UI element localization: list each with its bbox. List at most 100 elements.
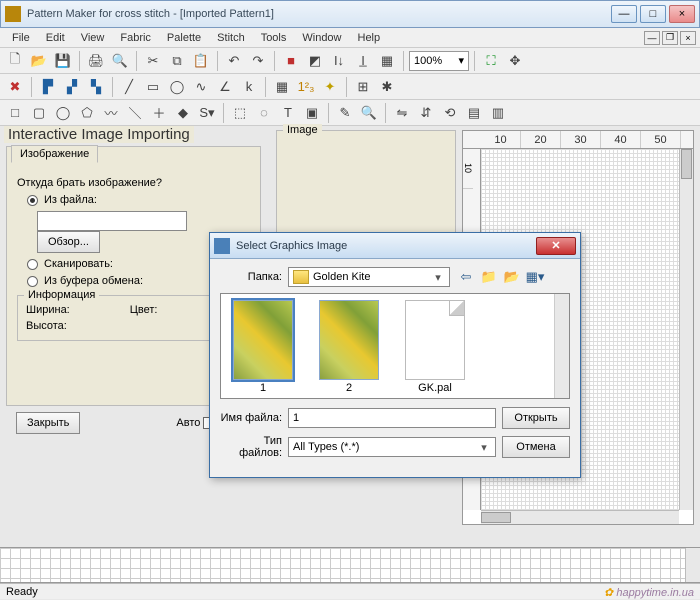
browse-button[interactable]: Обзор... bbox=[37, 231, 100, 253]
file-item-pal[interactable]: GK.pal bbox=[399, 300, 471, 392]
new-icon[interactable]: 🗋 bbox=[4, 50, 26, 72]
scrollbar-thumb[interactable] bbox=[481, 512, 511, 523]
maximize-button[interactable]: □ bbox=[640, 5, 666, 23]
tab-image[interactable]: Изображение bbox=[11, 145, 98, 163]
wand-icon[interactable]: ✎ bbox=[334, 102, 356, 124]
scrollbar-horizontal[interactable] bbox=[481, 510, 679, 524]
close-panel-button[interactable]: Закрыть bbox=[16, 412, 80, 434]
palette-scrollbar[interactable] bbox=[685, 548, 700, 582]
grid-icon[interactable]: ▦ bbox=[376, 50, 398, 72]
back-icon[interactable]: ⇦ bbox=[456, 267, 476, 287]
palette-icon[interactable]: ▦ bbox=[271, 76, 293, 98]
text-icon[interactable]: I̲ bbox=[352, 50, 374, 72]
tool-circle-icon[interactable]: ◯ bbox=[166, 76, 188, 98]
menu-view[interactable]: View bbox=[73, 30, 113, 46]
mdi-restore-button[interactable]: ❐ bbox=[662, 31, 678, 45]
shape-free-icon[interactable]: 〰 bbox=[100, 102, 122, 124]
sel-lasso-icon[interactable]: ◌ bbox=[253, 102, 275, 124]
rotate-icon[interactable]: ⟲ bbox=[439, 102, 461, 124]
shape-s-icon[interactable]: S▾ bbox=[196, 102, 218, 124]
file-name: 2 bbox=[313, 382, 385, 394]
filetype-combo[interactable]: All Types (*.*) ▾ bbox=[288, 437, 496, 457]
tool-rect-icon[interactable]: ▭ bbox=[142, 76, 164, 98]
center-icon[interactable]: ✥ bbox=[504, 50, 526, 72]
zoom-combo[interactable]: 100%▾ bbox=[409, 51, 469, 71]
file-thumb-icon bbox=[319, 300, 379, 380]
stitch2-icon[interactable]: ▞ bbox=[61, 76, 83, 98]
up-folder-icon[interactable]: 📁 bbox=[479, 267, 499, 287]
tool-measure-icon[interactable]: k bbox=[238, 76, 260, 98]
sel-rect-icon[interactable]: ⬚ bbox=[229, 102, 251, 124]
sel-fill-icon[interactable]: ▣ bbox=[301, 102, 323, 124]
backstitch-icon[interactable]: I↓ bbox=[328, 50, 350, 72]
scrollbar-vertical[interactable] bbox=[679, 149, 693, 510]
gridmark-icon[interactable]: ✱ bbox=[376, 76, 398, 98]
menu-window[interactable]: Window bbox=[294, 30, 349, 46]
dialog-close-button[interactable]: ✕ bbox=[536, 237, 576, 255]
shape-el-icon[interactable]: ◯ bbox=[52, 102, 74, 124]
file-item-2[interactable]: 2 bbox=[313, 300, 385, 392]
zoomtool-icon[interactable]: 🔍 bbox=[358, 102, 380, 124]
sparkle-icon[interactable]: ✦ bbox=[319, 76, 341, 98]
delete-icon[interactable]: ✖ bbox=[4, 76, 26, 98]
cancel-button[interactable]: Отмена bbox=[502, 436, 570, 458]
copy-icon[interactable]: ⧉ bbox=[166, 50, 188, 72]
undo-icon[interactable]: ↶ bbox=[223, 50, 245, 72]
filename-input[interactable]: 1 bbox=[288, 408, 496, 428]
menu-palette[interactable]: Palette bbox=[159, 30, 209, 46]
fill-icon[interactable]: ■ bbox=[280, 50, 302, 72]
mdi-close-button[interactable]: × bbox=[680, 31, 696, 45]
tool-line-icon[interactable]: ╱ bbox=[118, 76, 140, 98]
file-item-1[interactable]: 1 bbox=[227, 300, 299, 392]
zoom-value: 100% bbox=[414, 55, 442, 67]
radio-from-file[interactable]: Из файла: bbox=[27, 194, 250, 206]
shape-rsq-icon[interactable]: ▢ bbox=[28, 102, 50, 124]
tool-angle-icon[interactable]: ∠ bbox=[214, 76, 236, 98]
open-icon[interactable]: 📂 bbox=[28, 50, 50, 72]
menu-fabric[interactable]: Fabric bbox=[112, 30, 159, 46]
menu-help[interactable]: Help bbox=[350, 30, 389, 46]
shape-poly-icon[interactable]: ⬠ bbox=[76, 102, 98, 124]
open-button[interactable]: Открыть bbox=[502, 407, 570, 429]
file-list[interactable]: 1 2 GK.pal bbox=[220, 293, 570, 399]
palette-bar[interactable] bbox=[0, 547, 700, 583]
folder-combo[interactable]: Golden Kite ▾ bbox=[288, 267, 450, 287]
shape-sq-icon[interactable]: □ bbox=[4, 102, 26, 124]
sel-text-icon[interactable]: T bbox=[277, 102, 299, 124]
menu-edit[interactable]: Edit bbox=[38, 30, 73, 46]
paste-icon[interactable]: 📋 bbox=[190, 50, 212, 72]
menu-tools[interactable]: Tools bbox=[253, 30, 295, 46]
shape-line-icon[interactable]: ＼ bbox=[124, 102, 146, 124]
filetype-value: All Types (*.*) bbox=[293, 441, 359, 453]
tool-curve-icon[interactable]: ∿ bbox=[190, 76, 212, 98]
ruler-mark: 30 bbox=[561, 131, 601, 148]
dialog-titlebar: Select Graphics Image ✕ bbox=[210, 233, 580, 259]
showgrid-icon[interactable]: ⊞ bbox=[352, 76, 374, 98]
mirror-h-icon[interactable]: ⇋ bbox=[391, 102, 413, 124]
mdi-minimize-button[interactable]: — bbox=[644, 31, 660, 45]
redo-icon[interactable]: ↷ bbox=[247, 50, 269, 72]
shape-plus-icon[interactable]: ＋ bbox=[148, 102, 170, 124]
save-icon[interactable]: 💾 bbox=[52, 50, 74, 72]
minimize-button[interactable]: — bbox=[611, 5, 637, 23]
stitch1-icon[interactable]: ▛ bbox=[37, 76, 59, 98]
halfstitch-icon[interactable]: ◩ bbox=[304, 50, 326, 72]
print-icon[interactable]: 🖨 bbox=[85, 50, 107, 72]
menu-file[interactable]: File bbox=[4, 30, 38, 46]
filelist-scrollbar[interactable] bbox=[554, 294, 569, 398]
close-button[interactable]: × bbox=[669, 5, 695, 23]
shape-diamond-icon[interactable]: ◆ bbox=[172, 102, 194, 124]
mirror-v-icon[interactable]: ⇵ bbox=[415, 102, 437, 124]
scrollbar-thumb[interactable] bbox=[681, 149, 692, 179]
library-icon[interactable]: ▥ bbox=[487, 102, 509, 124]
view-menu-icon[interactable]: ▦▾ bbox=[525, 267, 545, 287]
stitch3-icon[interactable]: ▚ bbox=[85, 76, 107, 98]
cut-icon[interactable]: ✂ bbox=[142, 50, 164, 72]
layers-icon[interactable]: ▤ bbox=[463, 102, 485, 124]
preview-icon[interactable]: 🔍 bbox=[109, 50, 131, 72]
menu-stitch[interactable]: Stitch bbox=[209, 30, 253, 46]
color1-icon[interactable]: 1²₃ bbox=[295, 76, 317, 98]
file-path-input[interactable] bbox=[37, 211, 187, 231]
new-folder-icon[interactable]: 📂 bbox=[502, 267, 522, 287]
fit-icon[interactable]: ⛶ bbox=[480, 50, 502, 72]
